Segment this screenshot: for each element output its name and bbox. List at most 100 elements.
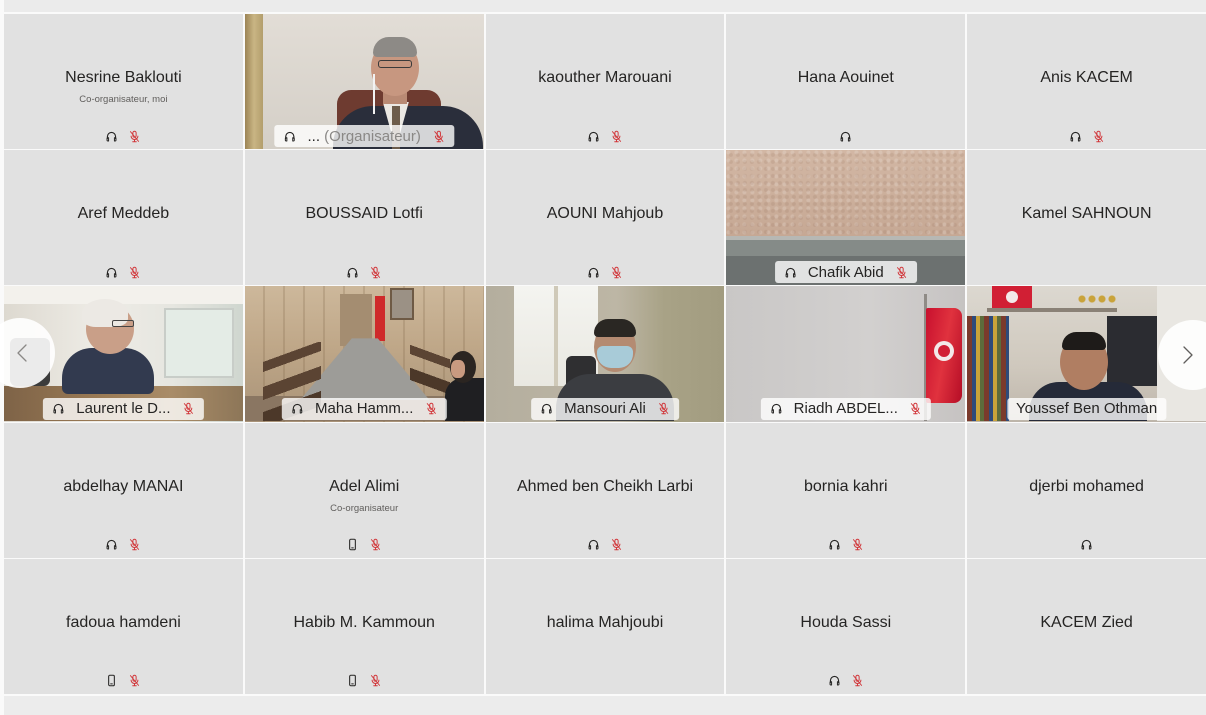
- headset-icon: [587, 266, 600, 279]
- next-page-button[interactable]: [1157, 319, 1206, 391]
- participant-name: abdelhay MANAI: [63, 477, 184, 495]
- mic-off-icon: [657, 402, 670, 415]
- participant-name: Kamel SAHNOUN: [1021, 205, 1152, 223]
- participant-name: Habib M. Kammoun: [293, 613, 435, 631]
- participant-tile-fadoua-hamdeni[interactable]: fadoua hamdeni: [4, 558, 243, 694]
- portrait: [389, 288, 414, 321]
- participant-name: Ahmed ben Cheikh Larbi: [516, 477, 694, 495]
- face-mask: [596, 346, 633, 369]
- participant-status: [486, 538, 725, 552]
- headset-icon: [587, 538, 600, 551]
- mic-off-icon: [610, 266, 623, 279]
- participant-tile-ahmed-ben-cheikh-larbi[interactable]: Ahmed ben Cheikh Larbi: [485, 422, 725, 558]
- person-body: [444, 378, 484, 422]
- participant-tile-mansouri-ali[interactable]: Mansouri Ali: [485, 286, 725, 422]
- participant-name: Houda Sassi: [800, 613, 892, 631]
- mic-off-icon: [851, 538, 864, 551]
- participant-tile-bornia-kahri[interactable]: bornia kahri: [726, 422, 966, 558]
- participant-name: Maha Hamm...: [315, 400, 414, 418]
- headset-icon: [828, 538, 841, 551]
- bottom-bar: [4, 696, 1206, 715]
- phone-icon: [105, 674, 118, 687]
- headset-icon: [828, 674, 841, 687]
- participant-tile-kamel-sahnoun[interactable]: Kamel SAHNOUN: [967, 150, 1206, 286]
- participant-name: Mansouri Ali: [564, 400, 646, 418]
- ceiling: [4, 286, 243, 305]
- mic-off-icon: [895, 266, 908, 279]
- mic-off-icon: [128, 130, 141, 143]
- participant-status: [726, 129, 965, 143]
- participant-tile-aref-meddeb[interactable]: Aref Meddeb: [4, 150, 243, 286]
- headset-icon: [784, 266, 797, 279]
- participant-tile-halima-mahjoubi[interactable]: halima Mahjoubi: [485, 558, 725, 694]
- participant-label-text: ... (Organisateur): [307, 128, 420, 145]
- previous-page-button[interactable]: [0, 317, 56, 389]
- headset-icon: [291, 402, 304, 415]
- participant-tile-aouni-mahjoub[interactable]: AOUNI Mahjoub: [485, 150, 725, 286]
- mic-off-icon: [182, 402, 195, 415]
- participant-label: ... (Organisateur): [274, 125, 454, 148]
- participant-name: AOUNI Mahjoub: [546, 205, 664, 223]
- participant-status: [245, 538, 484, 552]
- headset-icon: [1069, 130, 1082, 143]
- phone-icon: [346, 674, 359, 687]
- participant-tile-djerbi-mohamed[interactable]: djerbi mohamed: [967, 422, 1206, 558]
- participant-tile-abdelhay-manai[interactable]: abdelhay MANAI: [4, 422, 243, 558]
- participant-tile-boussaid-lotfi[interactable]: BOUSSAID Lotfi: [244, 150, 484, 286]
- participant-name: Hana Aouinet: [797, 69, 894, 86]
- participant-name: Laurent le D...: [76, 400, 171, 418]
- participant-status: [245, 674, 484, 688]
- participant-status: [245, 265, 484, 279]
- mic-off-icon: [851, 674, 864, 687]
- mic-off-icon: [610, 130, 623, 143]
- headset-icon: [346, 266, 359, 279]
- participant-name: KACEM Zied: [1040, 613, 1133, 631]
- headset-icon: [1080, 538, 1093, 551]
- participant-tile-hana-aouinet[interactable]: Hana Aouinet: [726, 14, 966, 150]
- participant-name: djerbi mohamed: [1029, 477, 1144, 495]
- top-bar: [4, 0, 1206, 12]
- participant-status: [486, 129, 725, 143]
- participant-name: Adel Alimi: [329, 477, 400, 495]
- participant-name: bornia kahri: [803, 477, 888, 495]
- participant-status: [4, 674, 243, 688]
- participant-label: Maha Hamm...: [282, 397, 447, 420]
- participant-tile-houda-sassi[interactable]: Houda Sassi: [726, 558, 966, 694]
- participant-tile-kacem-zied[interactable]: KACEM Zied: [967, 558, 1206, 694]
- participant-status: [4, 129, 243, 143]
- participant-tile-maha[interactable]: Maha Hamm...: [244, 286, 484, 422]
- participant-tile-chafik-abid[interactable]: Chafik Abid: [726, 150, 966, 286]
- participant-name: kaouther Marouani: [538, 69, 672, 86]
- mic-off-icon: [610, 538, 623, 551]
- participant-role: Co-organisateur, moi: [79, 94, 168, 105]
- mic-off-icon: [1092, 130, 1105, 143]
- headset-icon: [770, 402, 783, 415]
- participant-tile-nesrine-baklouti[interactable]: Nesrine Baklouti Co-organisateur, moi: [4, 14, 243, 150]
- participant-name: halima Mahjoubi: [546, 613, 664, 631]
- headset-icon: [105, 266, 118, 279]
- earphone-cable: [372, 74, 375, 114]
- person-face: [450, 360, 465, 379]
- participant-name: Nesrine Baklouti: [65, 69, 182, 86]
- mic-off-icon: [909, 402, 922, 415]
- participant-name: BOUSSAID Lotfi: [305, 205, 423, 223]
- participant-tile-adel-alimi[interactable]: Adel Alimi Co-organisateur: [244, 422, 484, 558]
- participant-label: Riadh ABDEL...: [760, 397, 931, 420]
- mic-off-icon: [369, 266, 382, 279]
- participant-name: ...: [307, 127, 321, 145]
- headset-icon: [105, 538, 118, 551]
- participant-tile-habib-m-kammoun[interactable]: Habib M. Kammoun: [244, 558, 484, 694]
- headset-icon: [52, 402, 65, 415]
- person-body: [62, 348, 154, 395]
- headset-icon: [587, 130, 600, 143]
- mic-off-icon: [432, 130, 445, 143]
- participant-tile-riadh[interactable]: Riadh ABDEL...: [726, 286, 966, 422]
- participant-tile-organisateur[interactable]: ... (Organisateur): [244, 14, 484, 150]
- mic-off-icon: [424, 402, 437, 415]
- participant-tile-anis-kacem[interactable]: Anis KACEM: [967, 14, 1206, 150]
- participant-status: [967, 538, 1206, 552]
- person-hair: [1062, 332, 1107, 351]
- glasses: [377, 60, 412, 68]
- participant-tile-kaouther-marouani[interactable]: kaouther Marouani: [485, 14, 725, 150]
- headset-icon: [105, 130, 118, 143]
